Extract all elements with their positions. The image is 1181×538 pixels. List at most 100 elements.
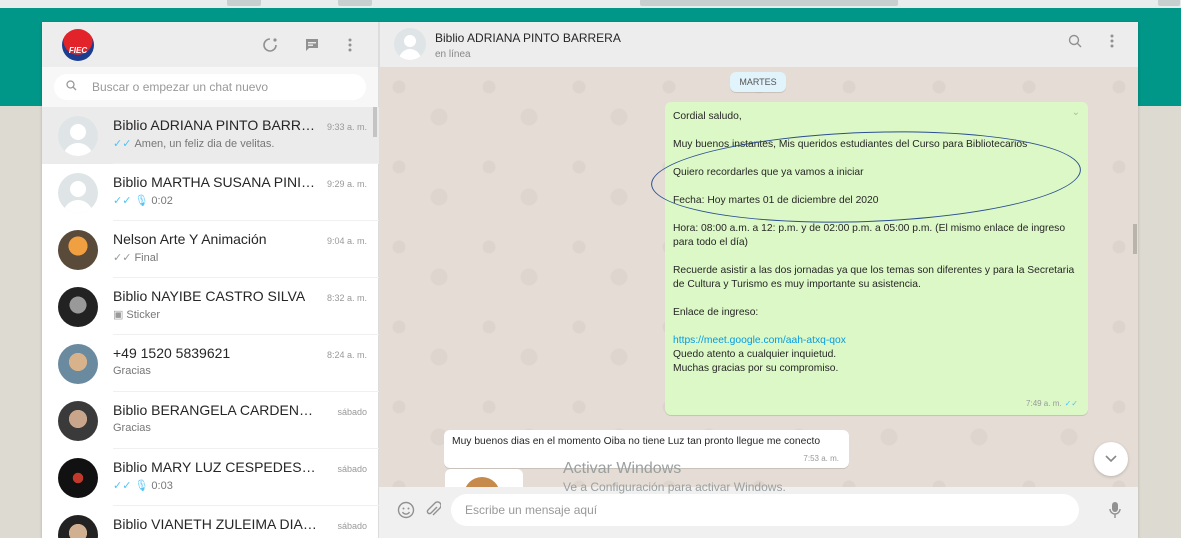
conversation-menu-icon[interactable] (1110, 34, 1114, 52)
search-row: Buscar o empezar un chat nuevo (42, 67, 378, 107)
message-area: MARTES ⌄ Cordial saludo, Muy buenos inst… (379, 67, 1138, 487)
chat-list: Biblio ADRIANA PINTO BARRERA 9:33 a. m. ✓… (42, 107, 379, 538)
sidebar-header: FIEC (42, 22, 378, 67)
search-placeholder: Buscar o empezar un chat nuevo (92, 80, 269, 94)
chat-list-item[interactable]: Biblio VIANETH ZULEIMA DIAZ CI... sábado (42, 506, 379, 538)
scroll-down-button[interactable] (1094, 442, 1128, 476)
avatar (58, 229, 98, 270)
chat-list-item[interactable]: +49 1520 5839621 8:24 a. m. Gracias (42, 335, 379, 392)
conversation-panel: Biblio ADRIANA PINTO BARRERA en línea MA… (379, 22, 1138, 538)
browser-chip (1158, 0, 1180, 6)
chat-preview: 0:03 (151, 480, 173, 492)
microphone-icon[interactable] (1109, 501, 1121, 524)
composer: Escribe un mensaje aquí (379, 487, 1138, 538)
message-line: Fecha: Hoy martes 01 de diciembre del 20… (673, 195, 879, 206)
avatar (58, 400, 98, 441)
chat-preview: Sticker (126, 309, 161, 321)
message-input[interactable]: Escribe un mensaje aquí (451, 494, 1079, 526)
profile-avatar[interactable]: FIEC (62, 29, 94, 61)
microphone-icon: 🎙 (134, 195, 149, 207)
message-line: Quiero recordarles que ya vamos a inicia… (673, 167, 864, 178)
chat-time: sábado (337, 521, 367, 531)
menu-icon[interactable] (340, 35, 360, 55)
double-check-icon: ✓✓ (113, 480, 132, 492)
browser-chip (227, 0, 261, 6)
sidebar: FIEC Buscar o empezar un chat nuevo Bibl… (42, 22, 379, 538)
outgoing-message[interactable]: ⌄ Cordial saludo, Muy buenos instantes, … (665, 102, 1088, 415)
avatar (58, 514, 98, 538)
message-time: 7:53 a. m. (803, 454, 839, 463)
browser-chip (640, 0, 898, 6)
avatar (58, 457, 98, 498)
double-check-icon: ✓✓ (113, 252, 132, 264)
message-line: Muchas gracias por su compromiso. (673, 363, 839, 374)
chat-list-scrollbar[interactable] (373, 107, 377, 137)
search-input[interactable]: Buscar o empezar un chat nuevo (54, 74, 366, 100)
chat-preview: 0:02 (151, 195, 173, 207)
chat-list-item[interactable]: Nelson Arte Y Animación 9:04 a. m. ✓✓ Fina… (42, 221, 379, 278)
chat-list-item[interactable]: Biblio BERANGELA CARDENAS VE... sábado Gr… (42, 392, 379, 449)
chat-preview: Gracias (113, 365, 151, 377)
contact-status: en línea (435, 49, 471, 60)
microphone-icon: 🎙 (134, 480, 149, 492)
browser-strip (0, 0, 1181, 8)
chat-name: Biblio MARTHA SUSANA PINILL... (113, 174, 318, 190)
avatar (58, 115, 98, 156)
chat-name: +49 1520 5839621 (113, 345, 231, 361)
message-line: Recuerde asistir a las dos jornadas ya q… (673, 265, 1075, 290)
chat-name: Biblio BERANGELA CARDENAS VE... (113, 402, 318, 418)
message-line: Muy buenos instantes, Mis queridos estud… (673, 139, 1028, 150)
chat-time: 8:32 a. m. (326, 293, 367, 303)
windows-activation-subtitle: Ve a Configuración para activar Windows. (563, 480, 786, 494)
chat-list-item[interactable]: Biblio ADRIANA PINTO BARRERA 9:33 a. m. ✓… (42, 107, 379, 164)
chat-time: sábado (337, 464, 367, 474)
contact-name: Biblio ADRIANA PINTO BARRERA (435, 31, 621, 45)
emoji-icon[interactable] (397, 501, 415, 524)
chat-name: Biblio ADRIANA PINTO BARRERA (113, 117, 318, 133)
chat-list-item[interactable]: Biblio MARY LUZ CESPEDES SARM... sábado ✓… (42, 449, 379, 506)
day-separator: MARTES (730, 72, 786, 92)
chat-preview: Gracias (113, 422, 151, 434)
search-icon (66, 80, 92, 94)
sticker-icon: ▣ (113, 309, 124, 321)
chat-preview: Final (134, 252, 159, 264)
status-icon[interactable] (260, 35, 280, 55)
chat-name: Biblio MARY LUZ CESPEDES SARM... (113, 459, 318, 475)
avatar (58, 172, 98, 213)
chat-list-item[interactable]: Biblio NAYIBE CASTRO SILVA 8:32 a. m. ▣ St… (42, 278, 379, 335)
windows-activation-title: Activar Windows (563, 460, 682, 477)
message-line: Cordial saludo, (673, 111, 742, 122)
chat-preview: Amen, un feliz dia de velitas. (134, 138, 275, 150)
sticker-message[interactable] (445, 469, 523, 487)
message-scrollbar[interactable] (1133, 224, 1137, 254)
chat-time: sábado (337, 407, 367, 417)
monkey-sticker-icon (464, 477, 500, 487)
chevron-down-icon[interactable]: ⌄ (1072, 106, 1080, 120)
chat-time: 9:29 a. m. (326, 179, 367, 189)
search-messages-icon[interactable] (1068, 34, 1082, 52)
browser-chip (338, 0, 372, 6)
contact-avatar[interactable] (394, 28, 426, 60)
avatar (58, 343, 98, 384)
chat-name: Nelson Arte Y Animación (113, 231, 267, 247)
logo-text: FIEC (68, 46, 88, 55)
message-line: Hora: 08:00 a.m. a 12: p.m. y de 02:00 p… (673, 223, 1066, 248)
new-chat-icon[interactable] (302, 35, 322, 55)
chat-time: 9:33 a. m. (326, 122, 367, 132)
meeting-link[interactable]: https://meet.google.com/aah-atxq-qox (673, 335, 846, 346)
attach-icon[interactable] (425, 501, 442, 524)
double-check-icon: ✓✓ (113, 195, 132, 207)
avatar (58, 286, 98, 327)
message-text: Muy buenos dias en el momento Oiba no ti… (452, 436, 821, 447)
message-input-placeholder: Escribe un mensaje aquí (465, 503, 598, 517)
message-line: Enlace de ingreso: (673, 307, 759, 318)
chat-list-item[interactable]: Biblio MARTHA SUSANA PINILL... 9:29 a. m.… (42, 164, 379, 221)
chat-time: 8:24 a. m. (326, 350, 367, 360)
chat-time: 9:04 a. m. (326, 236, 367, 246)
chat-name: Biblio VIANETH ZULEIMA DIAZ CI... (113, 516, 318, 532)
message-time: 7:49 a. m. (1026, 399, 1062, 408)
conversation-header[interactable]: Biblio ADRIANA PINTO BARRERA en línea (379, 22, 1138, 67)
message-line: Quedo atento a cualquier inquietud. (673, 349, 837, 360)
chat-name: Biblio NAYIBE CASTRO SILVA (113, 288, 306, 304)
double-check-icon: ✓✓ (1064, 399, 1078, 408)
